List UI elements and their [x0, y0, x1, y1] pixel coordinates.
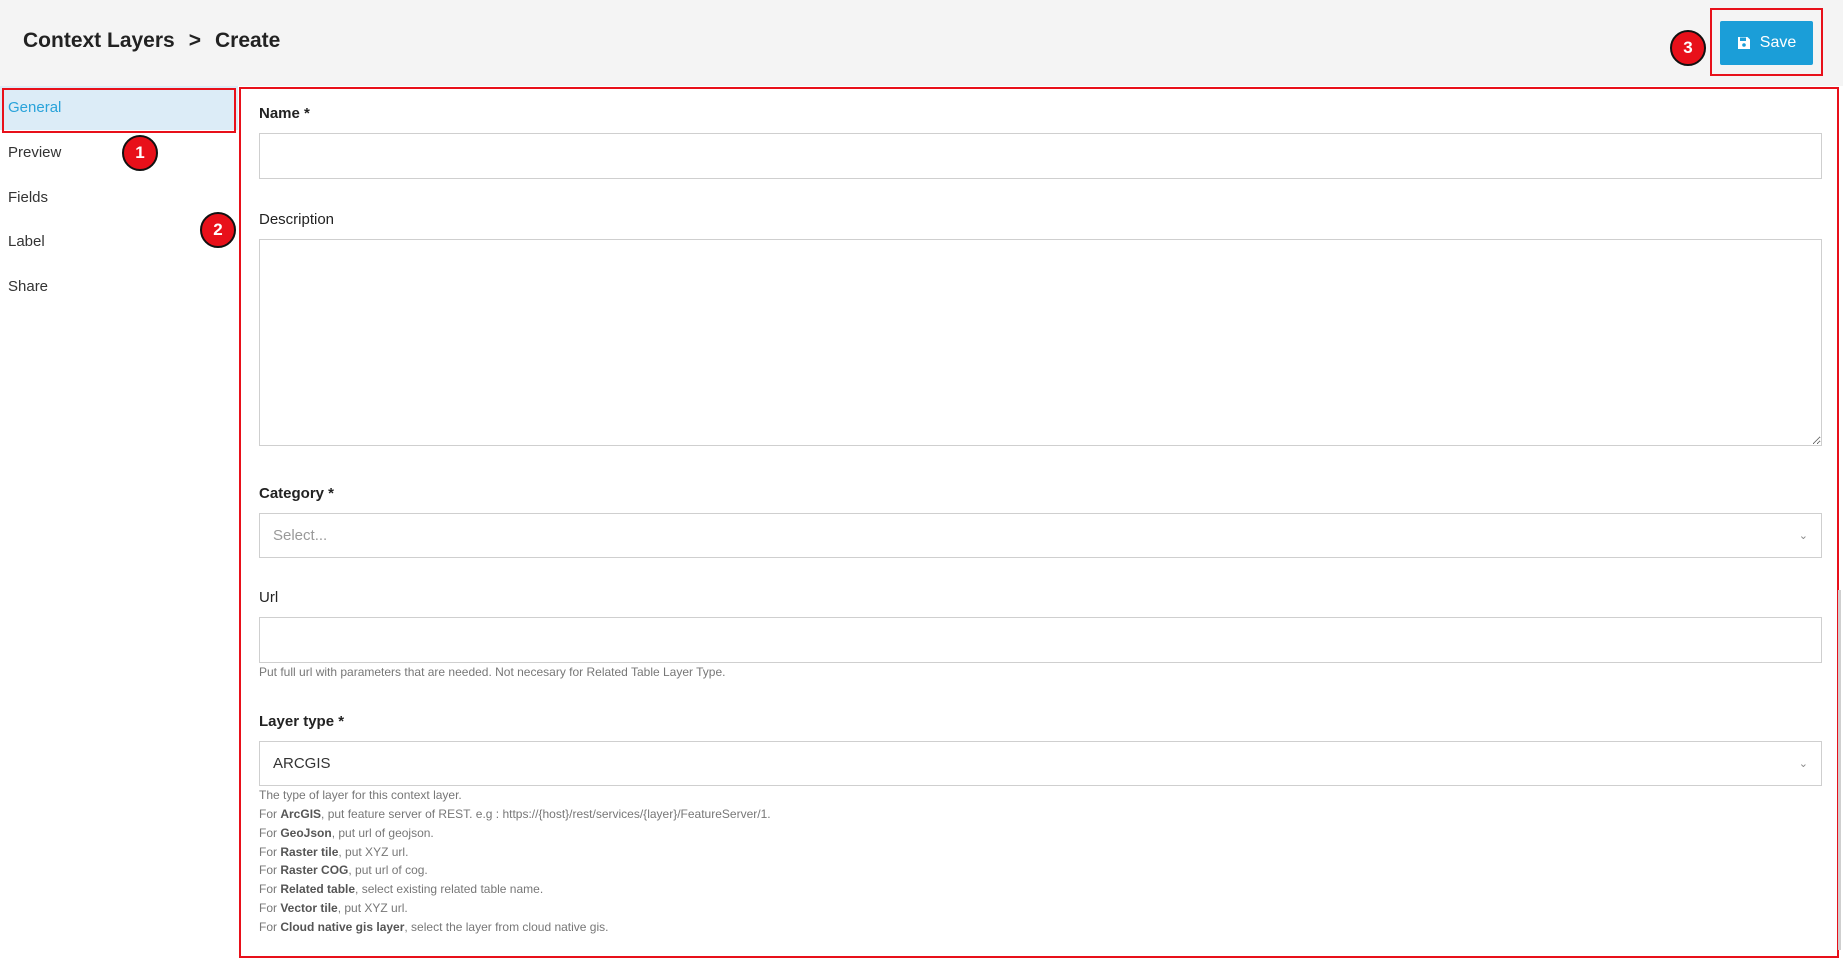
description-label: Description [259, 211, 335, 228]
save-label: Save [1759, 34, 1797, 51]
annotation-marker-2: 2 [200, 212, 236, 248]
sidebar: General Preview Fields Label Share [0, 86, 238, 962]
layer-type-help-line: The type of layer for this context layer… [259, 788, 462, 802]
layer-type-help-line: For Vector tile, put XYZ url. [259, 901, 408, 915]
name-label: Name * [259, 105, 310, 122]
url-label: Url [259, 589, 279, 606]
scrollbar[interactable] [1838, 590, 1841, 950]
layer-type-select[interactable]: ARCGIS ⌄ [259, 741, 1822, 786]
layer-type-help-line: For GeoJson, put url of geojson. [259, 826, 434, 840]
layer-type-help-line: For Raster tile, put XYZ url. [259, 845, 409, 859]
sidebar-item-preview[interactable]: Preview [0, 131, 238, 175]
name-input[interactable] [259, 133, 1822, 179]
annotation-marker-3: 3 [1670, 30, 1706, 66]
chevron-down-icon: ⌄ [1798, 530, 1808, 542]
breadcrumb-separator: > [188, 29, 201, 52]
layer-type-label: Layer type * [259, 713, 345, 730]
layer-type-help-line: For Related table, select existing relat… [259, 882, 544, 896]
layer-type-help-line: For Cloud native gis layer, select the l… [259, 920, 609, 934]
breadcrumb-parent[interactable]: Context Layers [23, 29, 175, 53]
layer-type-value: ARCGIS [273, 755, 331, 772]
annotation-marker-1: 1 [122, 135, 158, 171]
category-select[interactable]: Select... ⌄ [259, 513, 1822, 558]
chevron-down-icon: ⌄ [1798, 758, 1808, 770]
category-placeholder: Select... [273, 527, 328, 544]
breadcrumb: Context Layers > Create [23, 29, 280, 53]
description-textarea[interactable] [259, 239, 1822, 446]
breadcrumb-current: Create [214, 29, 281, 52]
layer-type-help-line: For ArcGIS, put feature server of REST. … [259, 807, 771, 821]
category-label: Category * [259, 485, 335, 502]
layer-type-help-line: For Raster COG, put url of cog. [259, 863, 428, 877]
save-button[interactable]: Save [1720, 21, 1813, 65]
floppy-disk-icon [1737, 37, 1750, 49]
sidebar-item-fields[interactable]: Fields [0, 176, 238, 220]
url-hint: Put full url with parameters that are ne… [259, 665, 726, 679]
sidebar-item-general[interactable]: General [0, 86, 238, 130]
sidebar-item-share[interactable]: Share [0, 265, 238, 309]
url-input[interactable] [259, 617, 1822, 663]
